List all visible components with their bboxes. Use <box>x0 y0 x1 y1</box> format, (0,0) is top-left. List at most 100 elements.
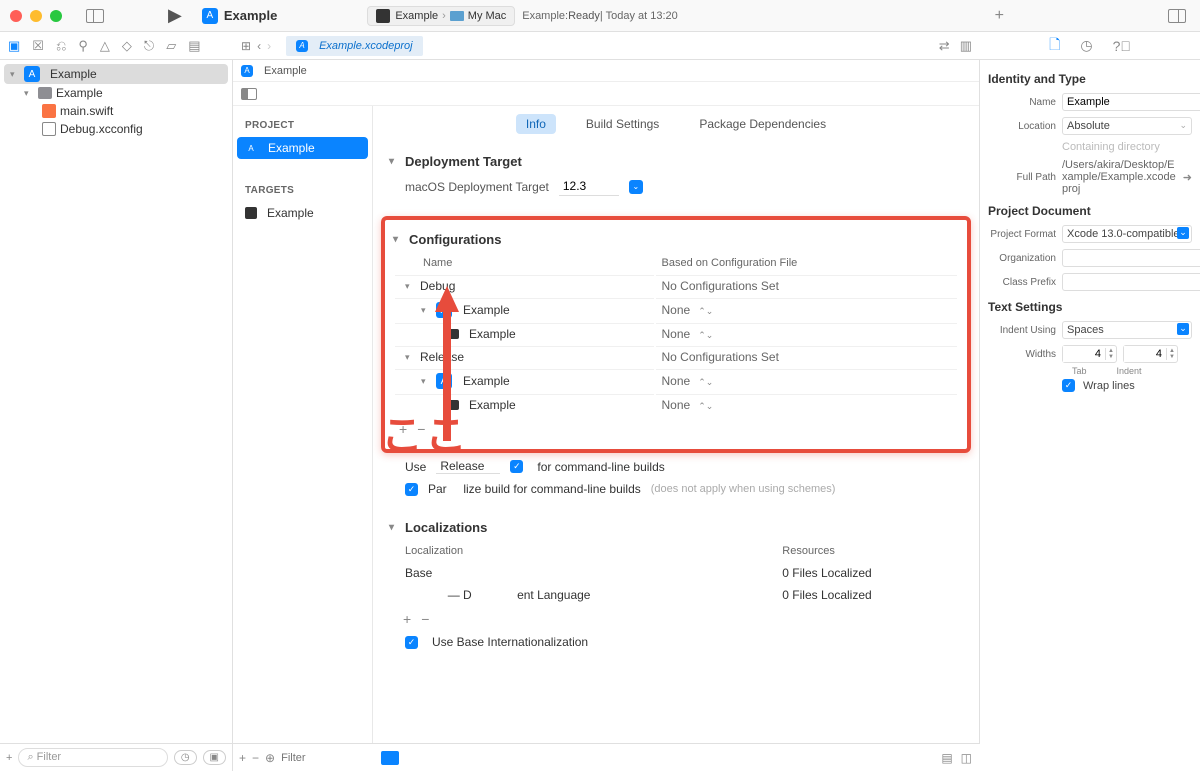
location-select[interactable]: Absolute <box>1062 117 1192 135</box>
tab-width-stepper[interactable]: ▲▼ <box>1062 345 1117 363</box>
use-config-select[interactable]: Release <box>436 459 500 474</box>
adjust-editor-icon[interactable]: ▥ <box>960 38 972 54</box>
editor-tab[interactable]: A Example.xcodeproj <box>286 36 423 56</box>
config-row[interactable]: Example None⌃⌄ <box>395 323 957 344</box>
jump-bar[interactable]: A Example <box>233 60 979 82</box>
use-base-checkbox[interactable]: ✓ <box>405 636 418 649</box>
tree-folder[interactable]: ▾ Example <box>0 84 232 102</box>
chevron-down-icon[interactable]: ▾ <box>405 281 415 292</box>
source-control-icon[interactable]: ☒ <box>32 38 44 54</box>
folder-nav-icon[interactable]: ▣ <box>8 38 20 54</box>
deployment-target-input[interactable] <box>559 177 619 196</box>
chevron-down-icon[interactable]: ▾ <box>421 376 431 387</box>
dropdown-icon[interactable]: ⌃⌄ <box>698 377 713 387</box>
filter-input[interactable]: ⌕ Filter <box>18 748 167 767</box>
org-input[interactable] <box>1062 249 1200 267</box>
tree-file[interactable]: Debug.xcconfig <box>0 120 232 138</box>
report-nav-icon[interactable]: ▤ <box>188 38 200 54</box>
indent-select[interactable]: Spaces <box>1062 321 1192 339</box>
related-items-icon[interactable]: ⊞ <box>241 39 251 53</box>
add-config-button[interactable]: + <box>399 421 407 437</box>
widths-label: Widths <box>988 349 1056 360</box>
config-row[interactable]: ▾Release No Configurations Set <box>395 346 957 367</box>
add-loc-button[interactable]: + <box>403 611 411 627</box>
issue-nav-icon[interactable]: △ <box>100 38 110 54</box>
parallelize-checkbox[interactable]: ✓ <box>405 483 418 496</box>
status-ready: Ready <box>568 10 600 22</box>
config-value[interactable]: None <box>662 398 691 412</box>
run-button[interactable]: ▶ <box>168 5 182 26</box>
editor: A Example PROJECT A Example TARGETS Exam… <box>233 60 980 771</box>
tab-build-settings[interactable]: Build Settings <box>576 114 669 134</box>
dropdown-icon[interactable]: ⌃⌄ <box>698 330 713 340</box>
tree-file[interactable]: main.swift <box>0 102 232 120</box>
project-outline-project[interactable]: A Example <box>237 137 368 159</box>
section-header[interactable]: ▾ Configurations <box>393 228 959 251</box>
forward-button[interactable]: › <box>267 39 271 53</box>
breakpoint-nav-icon[interactable]: ▱ <box>166 38 176 54</box>
config-value[interactable]: None <box>662 327 691 341</box>
debug-view-icon[interactable] <box>381 751 399 765</box>
config-row[interactable]: ▾AExample None⌃⌄ <box>395 369 957 392</box>
tab-info[interactable]: Info <box>516 114 556 134</box>
add-target-button[interactable]: + <box>239 751 246 765</box>
prefix-input[interactable] <box>1062 273 1200 291</box>
wrap-checkbox[interactable]: ✓ <box>1062 379 1075 392</box>
minimize-icon[interactable] <box>30 10 42 22</box>
remove-loc-button[interactable]: − <box>421 611 429 627</box>
chevron-down-icon[interactable]: ▾ <box>421 305 431 316</box>
recent-filter-icon[interactable]: ◷ <box>174 750 197 765</box>
section-header[interactable]: ▾ Localizations <box>389 516 963 539</box>
config-value[interactable]: None <box>662 374 691 388</box>
scheme-selector[interactable]: Example › My Mac <box>367 6 515 26</box>
close-icon[interactable] <box>10 10 22 22</box>
add-tab-button[interactable]: + <box>995 7 1004 25</box>
loc-row[interactable]: English — Development Language0 Files Lo… <box>399 585 969 605</box>
project-outline-target[interactable]: Example <box>237 202 368 224</box>
col-resources: Resources <box>776 541 969 561</box>
dropdown-icon[interactable]: ⌄ <box>629 180 643 194</box>
config-value: No Configurations Set <box>656 346 958 367</box>
debug-nav-icon[interactable]: ⎋ <box>144 38 154 54</box>
symbol-nav-icon[interactable]: ⎌ <box>56 38 66 54</box>
dropdown-icon[interactable]: ⌃⌄ <box>698 306 713 316</box>
format-select[interactable]: Xcode 13.0-compatible <box>1062 225 1192 243</box>
config-row[interactable]: ▾AExample None⌃⌄ <box>395 298 957 321</box>
back-button[interactable]: ‹ <box>257 39 261 53</box>
sidebar-toggle-icon[interactable] <box>86 7 104 25</box>
history-inspector-icon[interactable]: ◷ <box>1080 37 1092 54</box>
chevron-down-icon[interactable]: ▾ <box>24 88 34 99</box>
help-inspector-icon[interactable]: ?⃝ <box>1113 38 1131 54</box>
checkbox-icon[interactable]: ✓ <box>510 460 523 473</box>
active-scheme[interactable]: A Example <box>202 8 277 24</box>
swap-icon[interactable]: ⇄ <box>939 38 950 54</box>
add-button[interactable]: + <box>6 752 12 764</box>
chevron-down-icon[interactable]: ▾ <box>405 352 415 363</box>
scm-filter-icon[interactable]: ▣ <box>203 750 226 765</box>
config-row[interactable]: ▾Debug No Configurations Set <box>395 275 957 296</box>
variable-view-icon[interactable]: ◫ <box>961 751 972 765</box>
outline-toggle-icon[interactable] <box>241 88 257 100</box>
remove-target-button[interactable]: − <box>252 751 259 765</box>
remove-config-button[interactable]: − <box>417 421 425 437</box>
section-header[interactable]: ▾ Deployment Target <box>389 150 963 173</box>
console-filter-icon[interactable]: ▤ <box>941 751 952 765</box>
zoom-icon[interactable] <box>50 10 62 22</box>
project-icon: A <box>436 373 452 389</box>
config-row[interactable]: Example None⌃⌄ <box>395 394 957 415</box>
tree-root[interactable]: ▾ A Example <box>4 64 228 84</box>
dropdown-icon[interactable]: ⌃⌄ <box>698 401 713 411</box>
loc-row[interactable]: Base0 Files Localized <box>399 563 969 583</box>
config-value[interactable]: None <box>662 303 691 317</box>
mac-icon <box>450 11 464 21</box>
library-icon[interactable] <box>1168 7 1186 25</box>
tab-package-deps[interactable]: Package Dependencies <box>689 114 836 134</box>
reveal-icon[interactable]: ➜ <box>1183 171 1192 184</box>
name-input[interactable] <box>1062 93 1200 111</box>
find-nav-icon[interactable]: ⚲ <box>78 38 88 54</box>
test-nav-icon[interactable]: ◇ <box>122 38 132 54</box>
name-label: Name <box>988 97 1056 108</box>
chevron-down-icon[interactable]: ▾ <box>10 69 20 80</box>
file-inspector-icon[interactable]: 🗋 <box>1049 34 1060 58</box>
indent-width-stepper[interactable]: ▲▼ <box>1123 345 1178 363</box>
